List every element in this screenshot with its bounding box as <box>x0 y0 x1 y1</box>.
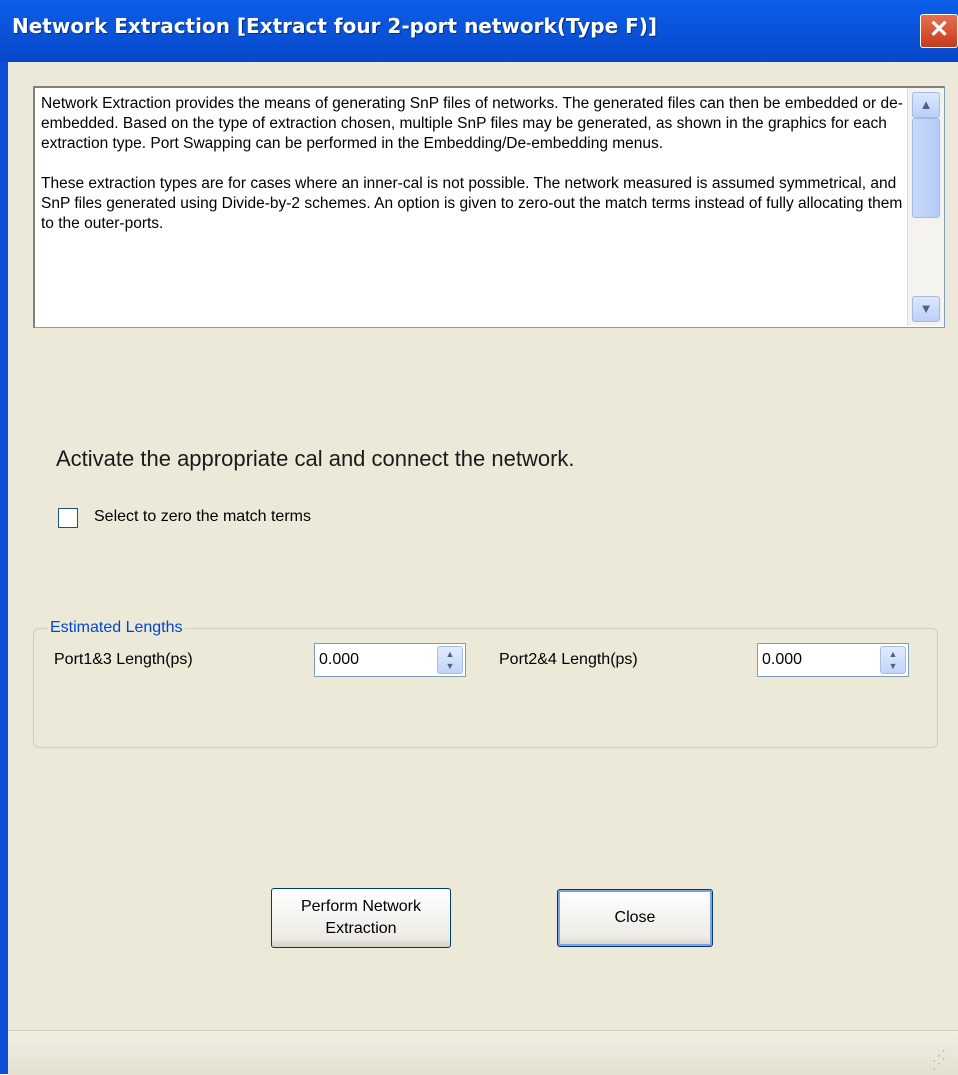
description-text: Network Extraction provides the means of… <box>41 94 903 254</box>
port13-spin-arrows-icon[interactable]: ▲ ▼ <box>437 646 463 674</box>
description-scrollbar[interactable]: ▲ ▼ <box>907 88 944 326</box>
perform-button-line-2: Extraction <box>325 920 397 937</box>
description-paragraph-2: These extraction types are for cases whe… <box>41 175 903 232</box>
window-title: Network Extraction [Extract four 2-port … <box>12 14 658 38</box>
estimated-lengths-legend: Estimated Lengths <box>48 619 185 637</box>
port24-length-spinbox[interactable]: 0.000 ▲ ▼ <box>757 643 909 677</box>
estimated-lengths-group: Estimated Lengths Port1&3 Length(ps) 0.0… <box>33 619 938 748</box>
close-window-button[interactable]: ✕ <box>920 14 958 48</box>
port13-length-value[interactable]: 0.000 <box>319 651 359 669</box>
close-icon: ✕ <box>928 16 950 43</box>
zero-match-checkbox[interactable] <box>58 508 78 528</box>
zero-match-label[interactable]: Select to zero the match terms <box>94 508 311 526</box>
port13-length-label: Port1&3 Length(ps) <box>54 651 193 668</box>
port13-length-spinbox[interactable]: 0.000 ▲ ▼ <box>314 643 466 677</box>
dialog-body: Network Extraction provides the means of… <box>8 62 958 1075</box>
scroll-up-icon: ▲ <box>919 97 933 112</box>
port24-length-value[interactable]: 0.000 <box>762 651 802 669</box>
network-extraction-dialog: Network Extraction [Extract four 2-port … <box>0 0 958 1075</box>
description-paragraph-1: Network Extraction provides the means of… <box>41 95 903 152</box>
scroll-thumb[interactable] <box>912 118 940 218</box>
scroll-down-icon: ▼ <box>919 301 933 316</box>
resize-grip-icon[interactable]: ⋰ ⋰ <box>932 1048 950 1070</box>
port24-spin-arrows-icon[interactable]: ▲ ▼ <box>880 646 906 674</box>
status-bar: ⋰ ⋰ <box>8 1030 958 1075</box>
close-button[interactable]: Close <box>557 889 713 947</box>
port24-length-label: Port2&4 Length(ps) <box>499 651 638 668</box>
perform-button-line-1: Perform Network <box>300 898 422 915</box>
title-bar[interactable]: Network Extraction [Extract four 2-port … <box>0 0 958 62</box>
scroll-up-button[interactable]: ▲ <box>912 92 940 118</box>
description-textbox[interactable]: Network Extraction provides the means of… <box>33 86 945 328</box>
perform-network-extraction-button[interactable]: Perform Network Extraction <box>271 888 451 948</box>
instruction-text: Activate the appropriate cal and connect… <box>56 446 575 471</box>
close-button-label: Close <box>614 909 656 926</box>
scroll-down-button[interactable]: ▼ <box>912 296 940 322</box>
